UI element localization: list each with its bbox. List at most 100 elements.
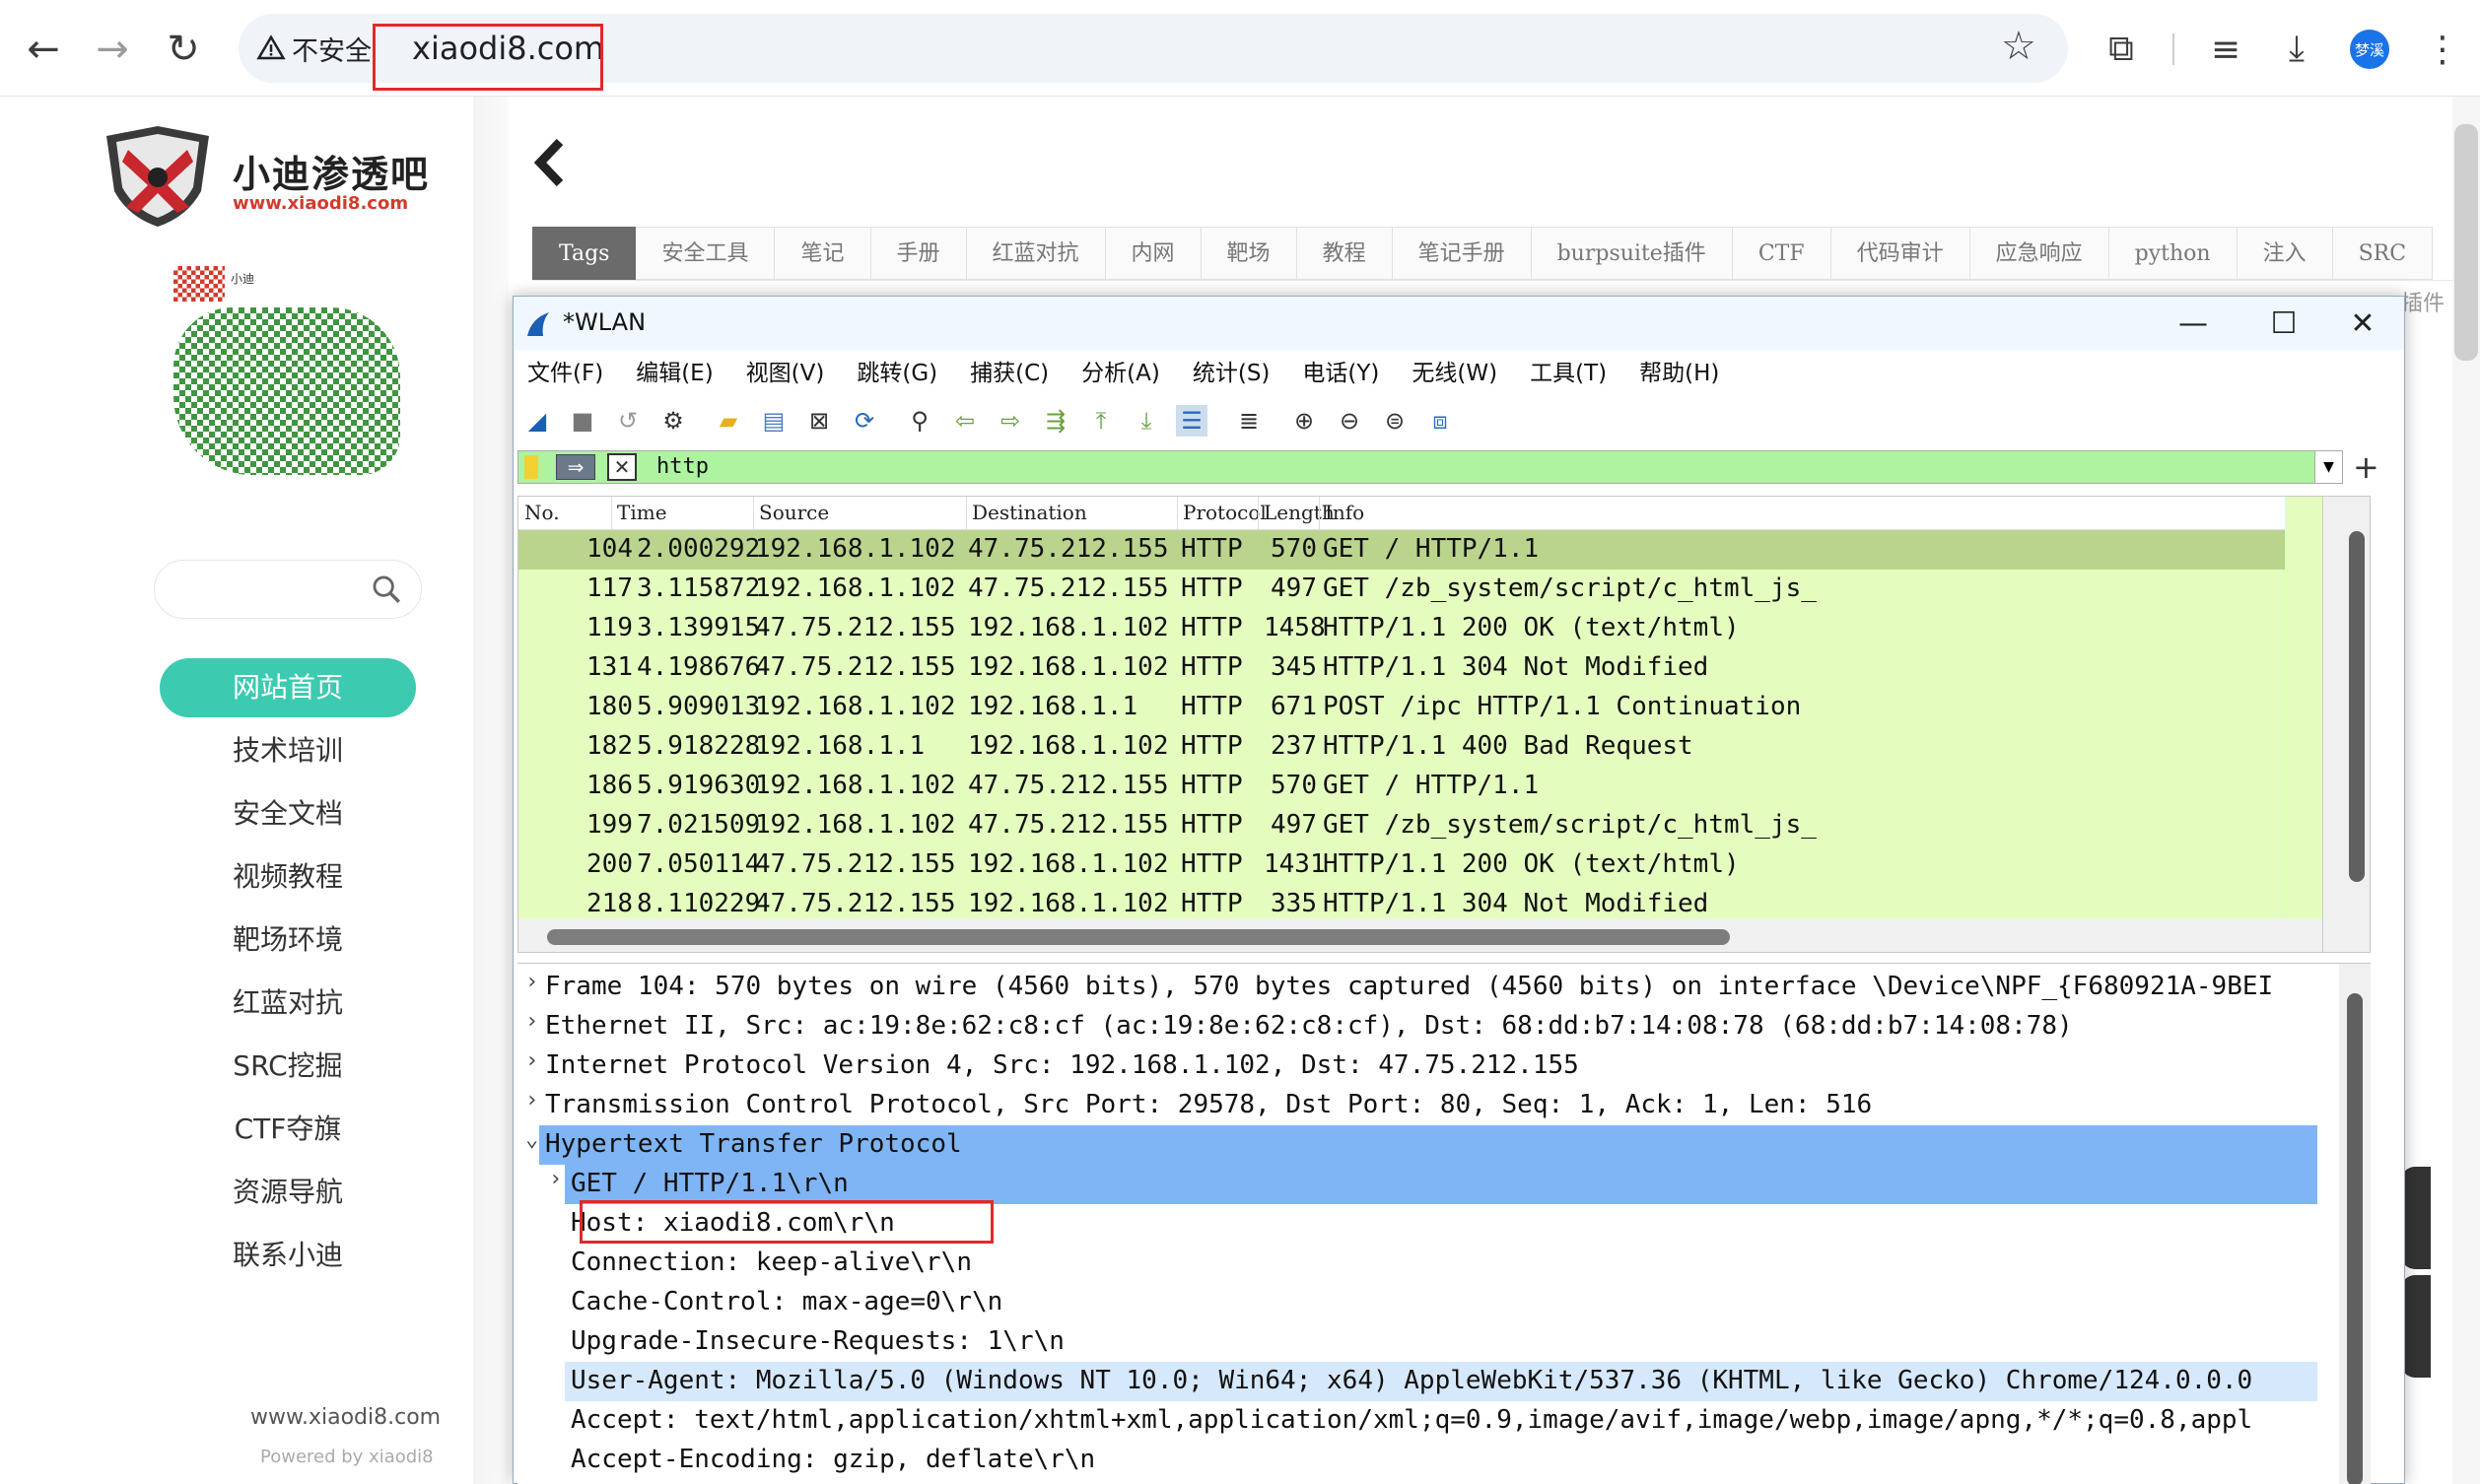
- start-capture-icon[interactable]: ◢: [521, 405, 553, 437]
- go-forward-icon[interactable]: ⇨: [995, 405, 1026, 437]
- column-header[interactable]: Source: [759, 501, 829, 524]
- resize-columns-icon[interactable]: ⧈: [1424, 405, 1456, 437]
- site-nav-item[interactable]: 靶场环境: [160, 911, 416, 970]
- column-header[interactable]: No.: [524, 501, 560, 524]
- chevron-right-icon[interactable]: ›: [525, 1048, 545, 1073]
- packet-row[interactable]: 182 5.918228 192.168.1.1 192.168.1.102 HTTP 2…: [518, 727, 2322, 767]
- go-to-packet-icon[interactable]: ⇶: [1040, 405, 1071, 437]
- display-filter-input[interactable]: ⇒ ✕ http ▼: [517, 450, 2343, 484]
- detail-row[interactable]: Upgrade-Insecure-Requests: 1\r\n: [517, 1322, 2371, 1362]
- wireshark-menu-item[interactable]: 编辑(E): [636, 350, 713, 397]
- first-packet-icon[interactable]: ⤒: [1085, 405, 1117, 437]
- details-scroll-thumb[interactable]: [2347, 993, 2363, 1484]
- filter-bookmark-icon[interactable]: [524, 455, 538, 479]
- colorize-icon[interactable]: ≣: [1233, 405, 1265, 437]
- restart-capture-icon[interactable]: ↺: [612, 405, 644, 437]
- column-divider[interactable]: [1177, 497, 1178, 530]
- find-packet-icon[interactable]: ⚲: [904, 405, 935, 437]
- capture-options-icon[interactable]: ⚙: [657, 405, 689, 437]
- more-menu-icon[interactable]: ⋮: [2415, 22, 2470, 77]
- wireshark-menu-item[interactable]: 跳转(G): [857, 350, 937, 397]
- autoscroll-icon[interactable]: ☰: [1176, 405, 1207, 437]
- wireshark-menu-item[interactable]: 视图(V): [746, 350, 825, 397]
- add-filter-button[interactable]: +: [2353, 448, 2379, 486]
- zoom-in-icon[interactable]: ⊕: [1288, 405, 1320, 437]
- tag-item[interactable]: 教程: [1296, 227, 1393, 280]
- wireshark-menu-item[interactable]: 统计(S): [1193, 350, 1271, 397]
- tag-item[interactable]: 注入: [2237, 227, 2333, 280]
- tag-item[interactable]: 应急响应: [1969, 227, 2109, 280]
- column-header[interactable]: Time: [617, 501, 667, 524]
- packet-minimap[interactable]: [2285, 497, 2322, 918]
- column-divider[interactable]: [966, 497, 967, 530]
- packet-list-vscroll-thumb[interactable]: [2349, 531, 2365, 882]
- column-divider[interactable]: [611, 497, 612, 530]
- go-back-icon[interactable]: ⇦: [949, 405, 981, 437]
- bookmark-star-icon[interactable]: ☆: [2001, 24, 2036, 69]
- floating-side-button[interactable]: [2401, 1167, 2431, 1269]
- wireshark-menu-item[interactable]: 分析(A): [1081, 350, 1160, 397]
- site-nav-item[interactable]: 联系小迪: [160, 1226, 416, 1285]
- chevron-left-icon[interactable]: [530, 136, 570, 189]
- detail-row[interactable]: Cache-Control: max-age=0\r\n: [517, 1283, 2371, 1322]
- media-queue-icon[interactable]: ≡: [2198, 22, 2253, 77]
- chevron-right-icon[interactable]: ›: [525, 970, 545, 994]
- floating-side-button[interactable]: [2401, 1275, 2431, 1378]
- site-nav-item[interactable]: SRC挖掘: [160, 1037, 416, 1096]
- tag-item[interactable]: 笔记手册: [1392, 227, 1532, 280]
- site-search-input[interactable]: [154, 560, 422, 619]
- column-header[interactable]: Destination: [972, 501, 1087, 524]
- tag-item[interactable]: 手册: [870, 227, 967, 280]
- tag-item[interactable]: 内网: [1105, 227, 1202, 280]
- wireshark-menu-item[interactable]: 文件(F): [527, 350, 603, 397]
- back-icon[interactable]: ←: [16, 22, 71, 77]
- packet-row[interactable]: 180 5.909013 192.168.1.102 192.168.1.1 HTTP 6…: [518, 688, 2322, 727]
- reload-icon[interactable]: ↻: [156, 22, 211, 77]
- tag-item[interactable]: SRC: [2332, 227, 2434, 280]
- packet-row[interactable]: 104 2.000292 192.168.1.102 47.75.212.155 HTT…: [518, 530, 2322, 570]
- wireshark-menu-item[interactable]: 无线(W): [1412, 350, 1497, 397]
- page-scrollbar-thumb[interactable]: [2454, 124, 2478, 361]
- wireshark-menu-item[interactable]: 电话(Y): [1302, 350, 1379, 397]
- detail-row[interactable]: Accept: text/html,application/xhtml+xml,…: [517, 1401, 2371, 1441]
- security-warning[interactable]: 不安全: [256, 32, 372, 67]
- filter-apply-arrow-icon[interactable]: ⇒: [556, 454, 595, 480]
- wireshark-titlebar[interactable]: *WLAN — ☐ ✕: [514, 297, 2404, 350]
- forward-icon[interactable]: →: [85, 22, 140, 77]
- packet-row[interactable]: 131 4.198676 47.75.212.155 192.168.1.102 HTT…: [518, 648, 2322, 688]
- extensions-icon[interactable]: ⧉: [2094, 22, 2149, 77]
- column-header[interactable]: Info: [1325, 501, 1364, 524]
- tag-item[interactable]: Tags: [532, 227, 637, 280]
- close-file-icon[interactable]: ⊠: [803, 405, 835, 437]
- packet-row[interactable]: 200 7.050114 47.75.212.155 192.168.1.102 HTT…: [518, 845, 2322, 885]
- open-file-icon[interactable]: ▰: [713, 405, 744, 437]
- stop-capture-icon[interactable]: ■: [567, 405, 598, 437]
- detail-row[interactable]: ⌄ Hypertext Transfer Protocol: [525, 1125, 2317, 1165]
- zoom-normal-icon[interactable]: ⊜: [1379, 405, 1411, 437]
- detail-row[interactable]: › Internet Protocol Version 4, Src: 192.1…: [517, 1046, 2371, 1086]
- tag-item[interactable]: 笔记: [775, 227, 871, 280]
- packet-row[interactable]: 117 3.115872 192.168.1.102 47.75.212.155 HTT…: [518, 570, 2322, 609]
- last-packet-icon[interactable]: ⤓: [1131, 405, 1162, 437]
- close-icon[interactable]: ✕: [2317, 301, 2408, 346]
- tag-item[interactable]: burpsuite插件: [1531, 227, 1733, 280]
- chevron-right-icon[interactable]: ›: [549, 1167, 569, 1191]
- site-nav-item[interactable]: 网站首页: [160, 658, 416, 717]
- detail-row[interactable]: Connection: keep-alive\r\n: [517, 1244, 2371, 1283]
- save-file-icon[interactable]: ▤: [758, 405, 790, 437]
- wireshark-menu-item[interactable]: 帮助(H): [1639, 350, 1719, 397]
- packet-list-hscroll-thumb[interactable]: [547, 929, 1730, 945]
- reload-file-icon[interactable]: ⟳: [849, 405, 880, 437]
- site-nav-item[interactable]: 安全文档: [160, 784, 416, 843]
- tag-item[interactable]: CTF: [1732, 227, 1831, 280]
- search-icon[interactable]: [370, 573, 403, 606]
- site-nav-item[interactable]: 技术培训: [160, 721, 416, 780]
- chevron-down-icon[interactable]: ▼: [2314, 451, 2342, 483]
- site-nav-item[interactable]: 红蓝对抗: [160, 974, 416, 1033]
- column-divider[interactable]: [1258, 497, 1259, 530]
- site-nav-item[interactable]: 视频教程: [160, 847, 416, 907]
- zoom-out-icon[interactable]: ⊖: [1334, 405, 1365, 437]
- minimize-icon[interactable]: —: [2148, 301, 2239, 346]
- column-divider[interactable]: [1319, 497, 1320, 530]
- tag-item[interactable]: python: [2108, 227, 2238, 280]
